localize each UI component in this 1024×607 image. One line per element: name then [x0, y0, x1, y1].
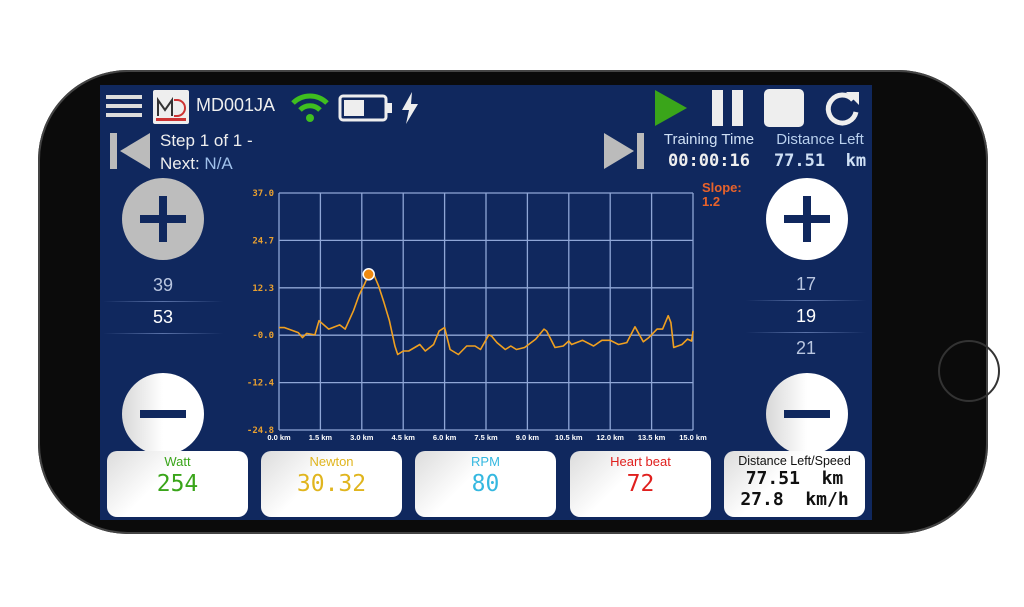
x-tick-label: 1.5 km — [309, 433, 333, 442]
minus-icon — [140, 410, 186, 418]
slope-chart: 0.0 km 1.5 km 3.0 km 4.5 km 6.0 km 7.5 km 9.0 … — [247, 189, 707, 442]
left-picker[interactable]: 39 53 — [103, 270, 223, 334]
picker-item-selected[interactable]: 19 — [746, 301, 866, 332]
watt-value: 254 — [156, 471, 199, 497]
watt-card[interactable]: Watt 254 — [107, 451, 248, 517]
y-tick-label: -0.0 — [252, 331, 274, 341]
y-tick-label: 12.3 — [252, 284, 274, 294]
heartbeat-value: 72 — [626, 471, 655, 497]
refresh-icon — [825, 92, 859, 126]
newton-card[interactable]: Newton 30.32 — [261, 451, 402, 517]
left-increase-button[interactable] — [122, 178, 204, 260]
skip-previous-icon — [110, 133, 150, 169]
x-tick-label: 4.5 km — [392, 433, 416, 442]
app-screen: MD001JA Step 1 of 1 - Next: N/A Training… — [100, 85, 872, 520]
heartbeat-label: Heart beat — [610, 454, 671, 469]
refresh-button[interactable] — [822, 88, 862, 133]
training-time-value: 00:00:16 — [668, 151, 750, 171]
stop-icon — [764, 89, 804, 127]
plus-icon — [803, 196, 811, 242]
picker-item[interactable]: 39 — [103, 270, 223, 301]
training-time-label: Training Time — [663, 131, 755, 148]
picker-item[interactable]: 21 — [746, 333, 866, 364]
distance-left: Distance Left 77.51 km — [768, 131, 872, 171]
play-button[interactable] — [653, 88, 689, 133]
home-button[interactable] — [938, 340, 1000, 402]
logo — [153, 90, 189, 124]
speed-value: 27.8 km/h — [740, 489, 849, 510]
x-tick-label: 7.5 km — [474, 433, 498, 442]
right-picker[interactable]: 17 19 21 — [746, 269, 866, 364]
newton-label: Newton — [309, 454, 354, 469]
y-tick-label: 37.0 — [252, 189, 274, 199]
next-value: N/A — [204, 154, 233, 173]
x-tick-label: 12.0 km — [596, 433, 624, 442]
distance-speed-label: Distance Left/Speed — [738, 454, 851, 468]
rpm-value: 80 — [471, 471, 500, 497]
step-line: Step 1 of 1 - — [160, 131, 253, 150]
right-increase-button[interactable] — [766, 178, 848, 260]
training-time: Training Time 00:00:16 — [654, 131, 764, 171]
heartbeat-card[interactable]: Heart beat 72 — [570, 451, 711, 517]
play-icon — [655, 90, 687, 126]
plus-icon — [159, 196, 167, 242]
x-tick-label: 6.0 km — [433, 433, 457, 442]
battery-icon — [338, 94, 394, 127]
x-tick-label: 10.5 km — [555, 433, 583, 442]
watt-label: Watt — [164, 454, 191, 469]
right-decrease-button[interactable] — [766, 373, 848, 455]
previous-step-button[interactable] — [108, 131, 152, 176]
rpm-label: RPM — [471, 454, 500, 469]
picker-item-selected[interactable]: 53 — [103, 302, 223, 333]
pause-icon — [712, 90, 743, 126]
distance-left-value: 77.51 km — [773, 151, 867, 171]
x-tick-label: 3.0 km — [350, 433, 374, 442]
picker-item[interactable]: 17 — [746, 269, 866, 300]
next-step-button[interactable] — [602, 131, 646, 176]
y-tick-label: -24.8 — [247, 426, 274, 436]
y-tick-label: -12.4 — [247, 379, 275, 389]
next-label: Next: — [160, 154, 200, 173]
left-decrease-button[interactable] — [122, 373, 204, 455]
device-name: MD001JA — [196, 95, 276, 115]
skip-next-icon — [604, 133, 644, 169]
x-tick-label: 9.0 km — [516, 433, 540, 442]
pause-button[interactable] — [710, 88, 746, 133]
menu-icon[interactable] — [106, 90, 142, 122]
step-info: Step 1 of 1 - Next: N/A — [160, 129, 253, 175]
rpm-card[interactable]: RPM 80 — [415, 451, 556, 517]
position-marker — [362, 268, 375, 281]
y-tick-label: 24.7 — [252, 236, 274, 246]
minus-icon — [784, 410, 830, 418]
stop-button[interactable] — [763, 88, 805, 133]
x-tick-label: 13.5 km — [638, 433, 666, 442]
charging-bolt-icon — [400, 92, 420, 129]
distance-speed-card[interactable]: Distance Left/Speed 77.51 km 27.8 km/h — [724, 451, 865, 517]
distance-value: 77.51 km — [745, 468, 844, 489]
x-tick-label: 15.0 km — [679, 433, 707, 442]
newton-value: 30.32 — [296, 471, 367, 497]
wifi-icon — [290, 93, 330, 128]
distance-left-label: Distance Left — [776, 131, 864, 148]
